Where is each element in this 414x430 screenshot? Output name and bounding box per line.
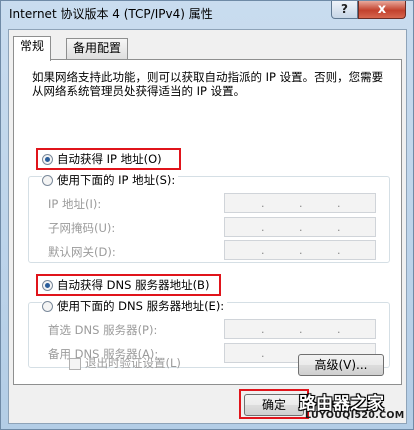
close-button[interactable]: x [358,1,406,19]
watermark-url: LUYOUQI520.COM [305,410,405,421]
tab-general[interactable]: 常规 [13,36,52,61]
description-text: 如果网络支持此功能，则可以获取自动指派的 IP 设置。否则，您需要从网络系统管理… [32,70,384,98]
radio-auto-ip-label: 自动获得 IP 地址(O) [57,152,162,166]
dialog-window: Internet 协议版本 4 (TCP/IPv4) 属性 ? x 常规 备用配… [0,0,414,430]
radio-auto-dns[interactable]: 自动获得 DNS 服务器地址(B) [42,277,209,293]
preferred-dns-label: 首选 DNS 服务器(P): [48,323,158,337]
window-title: Internet 协议版本 4 (TCP/IPv4) 属性 [9,7,213,21]
preferred-dns-input: ... [224,319,376,339]
tab-page-general: 如果网络支持此功能，则可以获取自动指派的 IP 设置。否则，您需要从网络系统管理… [13,59,402,385]
radio-selected-icon[interactable] [42,153,53,165]
checkbox-icon[interactable] [69,357,81,370]
ip-address-input: ... [224,193,376,213]
tab-alternate-config[interactable]: 备用配置 [66,38,129,59]
radio-auto-dns-label: 自动获得 DNS 服务器地址(B) [57,278,210,292]
title-bar[interactable]: Internet 协议版本 4 (TCP/IPv4) 属性 ? x [1,1,413,25]
ip-address-label: IP 地址(I): [48,197,102,211]
help-button[interactable]: ? [331,1,358,19]
validate-on-exit-checkbox[interactable]: 退出时验证设置(L) [69,355,181,371]
radio-manual-dns-label: 使用下面的 DNS 服务器地址(E): [57,299,225,313]
subnet-mask-label: 子网掩码(U): [48,221,116,235]
subnet-mask-input: ... [224,217,376,237]
radio-unselected-icon[interactable] [42,300,53,312]
radio-manual-ip-label: 使用下面的 IP 地址(S): [57,173,176,187]
radio-manual-ip[interactable]: 使用下面的 IP 地址(S): [42,172,179,188]
radio-auto-ip[interactable]: 自动获得 IP 地址(O) [42,151,162,167]
ok-button[interactable]: 确定 [244,394,304,416]
dialog-client-area: 常规 备用配置 如果网络支持此功能，则可以获取自动指派的 IP 设置。否则，您需… [8,29,407,424]
site-watermark: 路由器之家 LUYOUQI520.COM [299,389,409,425]
validate-on-exit-label: 退出时验证设置(L) [85,356,181,370]
advanced-button[interactable]: 高级(V)... [298,354,384,376]
radio-unselected-icon[interactable] [42,174,53,186]
radio-selected-icon[interactable] [42,279,53,291]
radio-manual-dns[interactable]: 使用下面的 DNS 服务器地址(E): [42,298,228,314]
default-gateway-input: ... [224,240,376,260]
default-gateway-label: 默认网关(D): [48,245,116,259]
